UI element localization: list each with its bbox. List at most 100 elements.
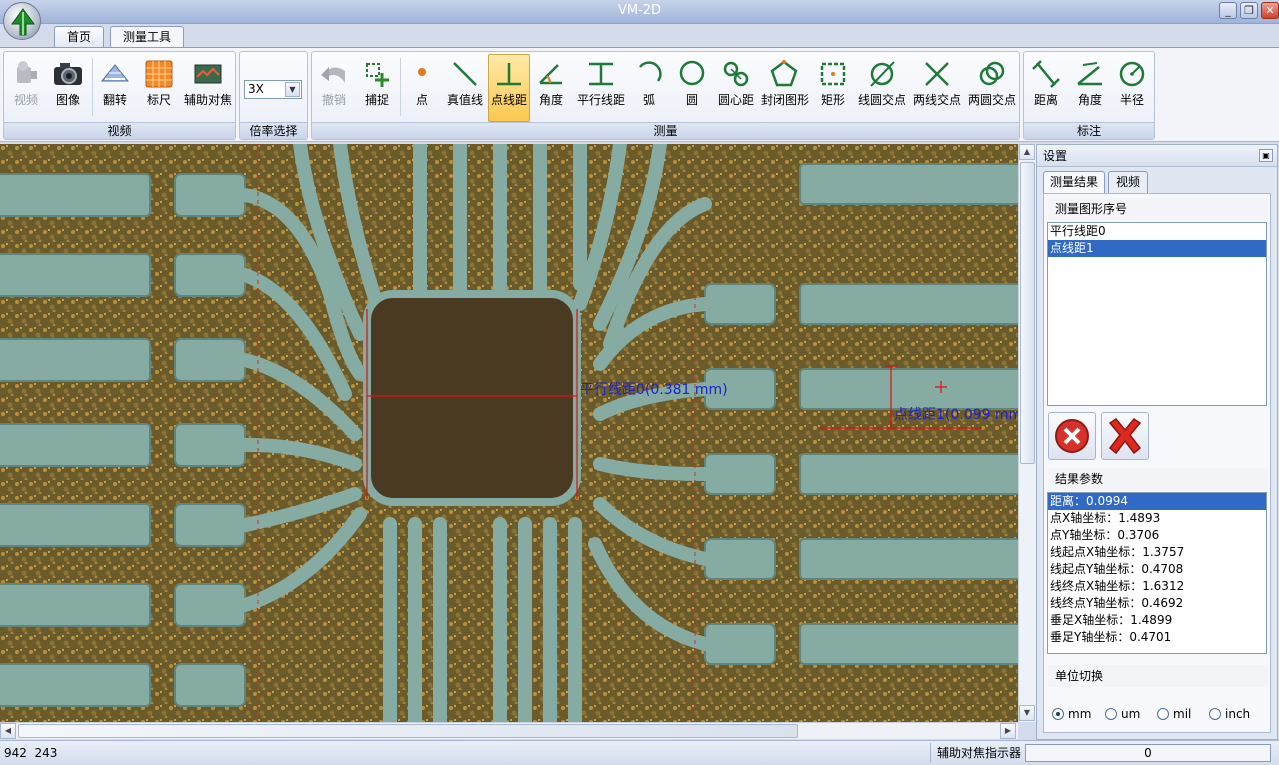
mark-angle-label: 角度 bbox=[1077, 93, 1102, 107]
close-button[interactable]: ✕ bbox=[1261, 2, 1279, 19]
closed-shape-button[interactable]: 封闭图形 bbox=[760, 54, 810, 122]
unit-label: um bbox=[1121, 707, 1141, 721]
arc-button[interactable]: 弧 bbox=[632, 54, 666, 122]
list-item[interactable]: 线终点Y轴坐标：0.4692 bbox=[1048, 595, 1266, 612]
list-item[interactable]: 垂足Y轴坐标：0.4701 bbox=[1048, 629, 1266, 646]
list-item[interactable]: 垂足X轴坐标：1.4899 bbox=[1048, 612, 1266, 629]
list-item[interactable]: 线起点Y轴坐标：0.4708 bbox=[1048, 561, 1266, 578]
flip-icon bbox=[100, 64, 130, 82]
microscope-image-viewport[interactable]: 平行线距0(0.381 mm) 点线距1(0.099 mm) bbox=[0, 144, 1018, 722]
list-item[interactable]: 平行线距0 bbox=[1048, 223, 1266, 240]
horizontal-scroll-thumb[interactable] bbox=[18, 724, 798, 738]
focus-monitor-icon bbox=[194, 64, 222, 84]
point-button[interactable]: 点 bbox=[404, 54, 440, 122]
arc-icon bbox=[639, 61, 662, 82]
app-logo-icon[interactable] bbox=[3, 2, 41, 40]
delete-button[interactable] bbox=[1048, 412, 1096, 460]
circle-icon bbox=[679, 60, 705, 86]
circle-button[interactable]: 圆 bbox=[674, 54, 710, 122]
list-item[interactable]: 线终点X轴坐标：1.6312 bbox=[1048, 578, 1266, 595]
true-line-button[interactable]: 真值线 bbox=[442, 54, 488, 122]
line-circle-intersect-button[interactable]: 线圆交点 bbox=[856, 54, 908, 122]
scroll-up-icon[interactable]: ▲ bbox=[1019, 144, 1035, 160]
results-tab-body: 测量图形序号 平行线距0 点线距1 结果参数 距离：0.0994 点X轴坐标：1… bbox=[1043, 193, 1271, 733]
vertical-scroll-thumb[interactable] bbox=[1020, 162, 1035, 464]
list-item-selected[interactable]: 距离：0.0994 bbox=[1048, 493, 1266, 510]
snap-label: 捕捉 bbox=[364, 93, 389, 107]
shapes-section-label: 测量图形序号 bbox=[1048, 198, 1268, 220]
radio-checked-icon bbox=[1052, 708, 1064, 720]
mark-radius-label: 半径 bbox=[1119, 93, 1144, 107]
radio-icon bbox=[1105, 708, 1117, 720]
tab-measure-results[interactable]: 测量结果 bbox=[1043, 171, 1105, 193]
tab-measure-tools[interactable]: 测量工具 bbox=[110, 26, 184, 49]
horizontal-scrollbar[interactable]: ◀ ▶ bbox=[0, 722, 1018, 739]
list-item[interactable]: 点Y轴坐标：0.3706 bbox=[1048, 527, 1266, 544]
unit-radio-inch[interactable]: inch bbox=[1209, 706, 1250, 722]
line-circle-intersect-label: 线圆交点 bbox=[857, 93, 906, 107]
assist-focus-button[interactable]: 辅助对焦 bbox=[182, 54, 234, 122]
image-button[interactable]: 图像 bbox=[48, 54, 88, 122]
unit-radio-mil[interactable]: mil bbox=[1157, 706, 1191, 722]
scroll-right-icon[interactable]: ▶ bbox=[1000, 723, 1016, 739]
tab-home[interactable]: 首页 bbox=[54, 26, 104, 48]
assist-focus-label: 辅助对焦 bbox=[183, 93, 232, 107]
undo-label: 撤销 bbox=[321, 93, 346, 107]
shapes-list[interactable]: 平行线距0 点线距1 bbox=[1047, 222, 1267, 406]
pin-icon[interactable]: ▣ bbox=[1259, 149, 1273, 162]
angle-button[interactable]: 角度 bbox=[532, 54, 570, 122]
list-item[interactable]: 线起点X轴坐标：1.3757 bbox=[1048, 544, 1266, 561]
mark-angle-button[interactable]: 角度 bbox=[1070, 54, 1110, 122]
list-item-selected[interactable]: 点线距1 bbox=[1048, 240, 1266, 257]
video-button[interactable]: 视频 bbox=[7, 54, 45, 122]
distance-arrow-icon bbox=[1032, 60, 1060, 88]
parallel-distance-annotation[interactable]: 平行线距0(0.381 mm) bbox=[580, 379, 728, 399]
separator bbox=[92, 58, 93, 116]
rectangle-button[interactable]: 矩形 bbox=[814, 54, 852, 122]
scroll-left-icon[interactable]: ◀ bbox=[0, 723, 16, 739]
mark-radius-button[interactable]: 半径 bbox=[1112, 54, 1152, 122]
two-circle-intersect-button[interactable]: 两圆交点 bbox=[966, 54, 1018, 122]
overlap-circles-icon bbox=[979, 61, 1005, 86]
zoom-select[interactable]: 3X ▼ bbox=[244, 80, 302, 99]
title-bar: VM-2D _ ❐ ✕ bbox=[0, 0, 1279, 24]
unit-radio-mm[interactable]: mm bbox=[1052, 706, 1091, 722]
unit-radio-um[interactable]: um bbox=[1105, 706, 1140, 722]
minimize-button[interactable]: _ bbox=[1219, 2, 1237, 19]
flip-button[interactable]: 翻转 bbox=[96, 54, 134, 122]
results-list[interactable]: 距离：0.0994 点X轴坐标：1.4893 点Y轴坐标：0.3706 线起点X… bbox=[1047, 492, 1267, 654]
closed-shape-label: 封闭图形 bbox=[761, 93, 810, 107]
two-line-intersect-label: 两线交点 bbox=[913, 93, 962, 107]
point-line-distance-button[interactable]: 点线距 bbox=[488, 54, 530, 122]
cursor-coordinates: 942 243 bbox=[4, 746, 58, 760]
grid-ruler-icon bbox=[145, 60, 173, 88]
ruler-button[interactable]: 标尺 bbox=[138, 54, 180, 122]
status-bar: 942 243 辅助对焦指示器 0 bbox=[0, 740, 1279, 765]
mark-distance-button[interactable]: 距离 bbox=[1026, 54, 1066, 122]
chevron-down-icon[interactable]: ▼ bbox=[285, 82, 300, 97]
two-circle-intersect-label: 两圆交点 bbox=[967, 93, 1016, 107]
delete-circle-icon bbox=[1055, 419, 1089, 453]
scroll-down-icon[interactable]: ▼ bbox=[1019, 705, 1035, 721]
unit-label: mil bbox=[1173, 707, 1192, 721]
list-item[interactable]: 点X轴坐标：1.4893 bbox=[1048, 510, 1266, 527]
circle-label: 圆 bbox=[685, 93, 698, 107]
mark-group-label: 标注 bbox=[1024, 122, 1154, 139]
results-section-label: 结果参数 bbox=[1048, 468, 1268, 490]
pcb-image bbox=[0, 144, 1018, 722]
center-distance-button[interactable]: 圆心距 bbox=[714, 54, 758, 122]
point-line-distance-annotation[interactable]: 点线距1(0.099 mm) bbox=[894, 404, 1018, 424]
two-line-intersect-button[interactable]: 两线交点 bbox=[912, 54, 962, 122]
parallel-distance-button[interactable]: 平行线距 bbox=[572, 54, 630, 122]
focus-indicator-label: 辅助对焦指示器 bbox=[930, 743, 1022, 763]
unit-label: mm bbox=[1068, 707, 1092, 721]
snap-button[interactable]: 捕捉 bbox=[358, 54, 396, 122]
clear-all-button[interactable] bbox=[1101, 412, 1149, 460]
undo-button[interactable]: 撤销 bbox=[314, 54, 354, 122]
line-icon bbox=[453, 62, 477, 86]
vertical-scrollbar[interactable]: ▲ ▼ bbox=[1018, 144, 1036, 722]
restore-button[interactable]: ❐ bbox=[1240, 2, 1258, 19]
angle-icon bbox=[539, 64, 562, 85]
zoom-group: 3X ▼ 倍率选择 bbox=[239, 51, 308, 140]
tab-video[interactable]: 视频 bbox=[1108, 171, 1148, 193]
